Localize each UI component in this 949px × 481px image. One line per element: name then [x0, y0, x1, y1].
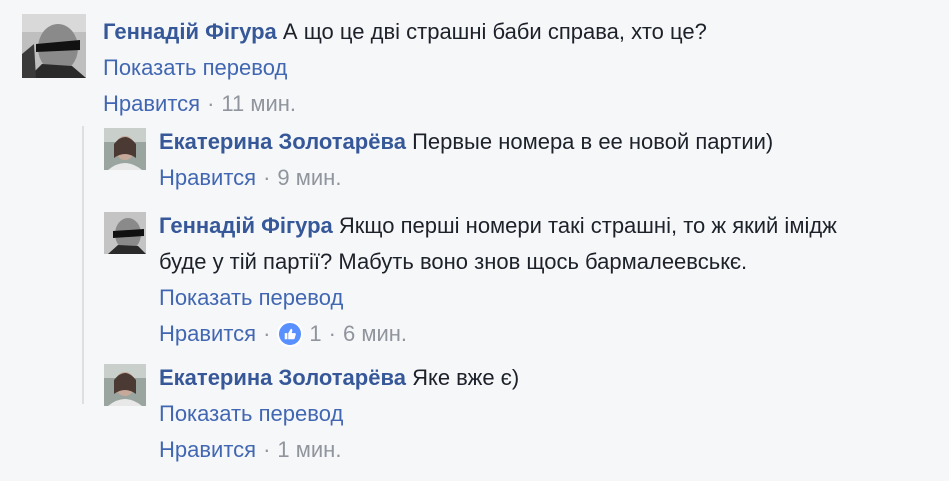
- avatar[interactable]: [104, 128, 146, 170]
- comment-timestamp[interactable]: 11 мин.: [221, 86, 296, 122]
- reply-body: Яке вже є): [412, 365, 520, 390]
- reply-body-line-1: Якщо перші номери такі страшні, то ж яки…: [338, 213, 837, 238]
- reply: Екатерина Золотарёва Яке вже є) Показать…: [104, 364, 924, 464]
- separator: ·: [263, 165, 271, 190]
- reply-body-line-2: буде у тій партії? Мабуть воно знов щось…: [159, 249, 748, 274]
- reply-actions: Нравится · 1 мин.: [159, 432, 519, 468]
- comment-actions: Нравится · 11 мин.: [103, 86, 707, 122]
- show-translation-link[interactable]: Показать перевод: [159, 280, 837, 316]
- reply-author[interactable]: Геннадій Фігура: [159, 213, 333, 238]
- reply: Екатерина Золотарёва Первые номера в ее …: [104, 128, 924, 198]
- reply-text-line: Екатерина Золотарёва Яке вже є): [159, 360, 519, 396]
- reaction-summary[interactable]: 1: [277, 316, 322, 352]
- reply-text-line: Геннадій Фігура Якщо перші номери такі с…: [159, 208, 837, 244]
- reply-body: Первые номера в ее новой партии): [412, 129, 774, 154]
- like-button[interactable]: Нравится: [159, 160, 256, 196]
- reply: Геннадій Фігура Якщо перші номери такі с…: [104, 212, 924, 347]
- reply-actions: Нравится · 1 · 6 мин.: [159, 316, 837, 352]
- show-translation-link[interactable]: Показать перевод: [159, 396, 519, 432]
- reply-text-line: Екатерина Золотарёва Первые номера в ее …: [159, 124, 773, 160]
- avatar[interactable]: [104, 364, 146, 406]
- separator: ·: [263, 321, 271, 346]
- comment-author[interactable]: Геннадій Фігура: [103, 19, 277, 44]
- reply-author[interactable]: Екатерина Золотарёва: [159, 129, 406, 154]
- separator: ·: [263, 437, 271, 462]
- like-button[interactable]: Нравится: [159, 316, 256, 352]
- reply-timestamp[interactable]: 1 мин.: [277, 432, 341, 468]
- avatar[interactable]: [104, 212, 146, 254]
- thumbs-up-icon: [277, 321, 304, 347]
- reply-timestamp[interactable]: 6 мин.: [343, 316, 407, 352]
- comment-thread: Геннадій Фігура А що це дві страшні баби…: [0, 0, 949, 481]
- reaction-count: 1: [309, 321, 322, 346]
- reply-thread-rail: [82, 126, 84, 404]
- comment: Геннадій Фігура А що це дві страшні баби…: [22, 14, 922, 116]
- separator: ·: [207, 91, 215, 116]
- like-button[interactable]: Нравится: [159, 432, 256, 468]
- comment-body: А що це дві страшні баби справа, хто це?: [282, 19, 707, 44]
- show-translation-link[interactable]: Показать перевод: [103, 50, 707, 86]
- avatar[interactable]: [22, 14, 86, 78]
- reply-actions: Нравится · 9 мин.: [159, 160, 773, 196]
- reply-timestamp[interactable]: 9 мин.: [277, 160, 341, 196]
- comment-text-line: Геннадій Фігура А що це дві страшні баби…: [103, 14, 707, 50]
- separator: ·: [328, 321, 336, 346]
- reply-author[interactable]: Екатерина Золотарёва: [159, 365, 406, 390]
- like-button[interactable]: Нравится: [103, 86, 200, 122]
